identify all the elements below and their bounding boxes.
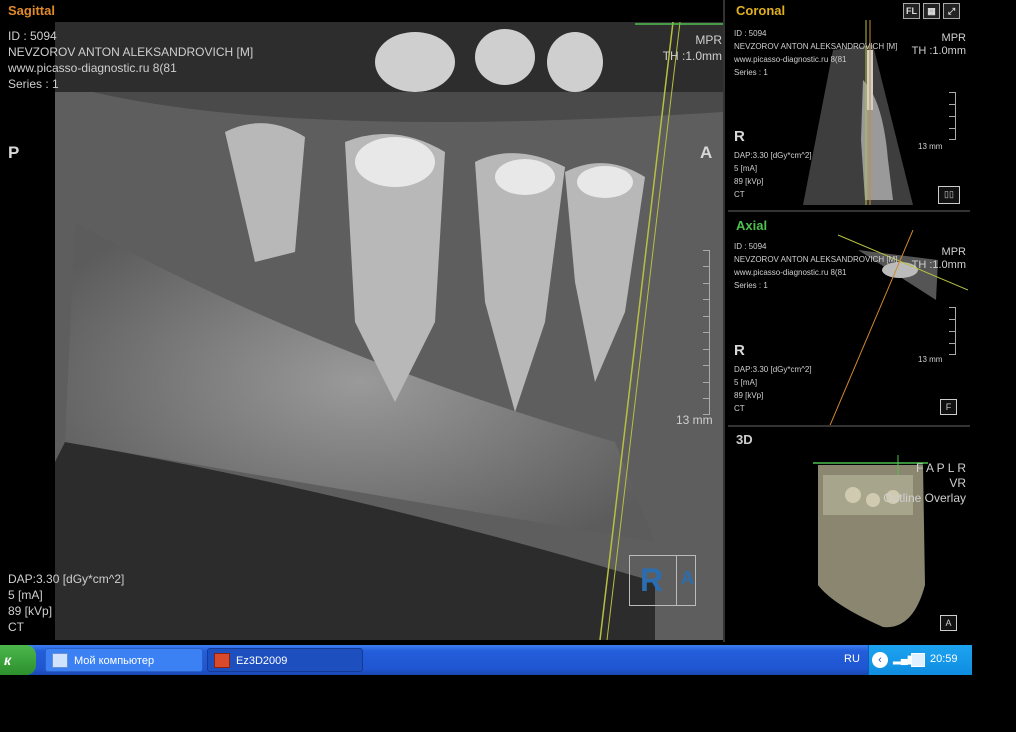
- series-number: Series : 1: [734, 68, 768, 77]
- clinic-site: www.picasso-diagnostic.ru 8(81: [8, 61, 177, 75]
- series-number: Series : 1: [8, 77, 59, 91]
- orient-anterior: A: [700, 143, 713, 162]
- cube-divider: [676, 556, 677, 605]
- coronal-patient-info: ID : 5094 NEVZOROV ANTON ALEKSANDROVICH …: [734, 27, 897, 79]
- modality-value: CT: [734, 190, 745, 199]
- sagittal-patient-info: ID : 5094 NEVZOROV ANTON ALEKSANDROVICH …: [8, 28, 253, 92]
- cube-letter-side: A: [681, 568, 694, 588]
- view-option-button[interactable]: A: [940, 615, 957, 631]
- taskbar-item-ez3d[interactable]: Ez3D2009: [207, 648, 363, 672]
- patient-name: NEVZOROV ANTON ALEKSANDROVICH [M]: [734, 42, 898, 51]
- 3d-view-labels: F A P L R VR Outline Overlay: [878, 461, 966, 506]
- mpr-label: MPR: [695, 33, 722, 47]
- modality-value: CT: [734, 404, 745, 413]
- kvp-value: 89 [kVp]: [734, 391, 764, 400]
- patient-id: ID : 5094: [734, 242, 767, 251]
- maximize-icon[interactable]: ⤢: [943, 3, 960, 19]
- tray-expand-icon[interactable]: ‹: [872, 652, 888, 668]
- ma-value: 5 [mA]: [8, 588, 43, 602]
- book-icon[interactable]: ▯▯: [938, 186, 960, 204]
- coronal-title: Coronal: [736, 3, 786, 18]
- clinic-site: www.picasso-diagnostic.ru 8(81: [734, 55, 847, 64]
- coronal-view[interactable]: Coronal FL ▦ ⤢ ID : 5094 NEVZOROV ANTON …: [728, 0, 970, 212]
- scale-label: 13 mm: [918, 355, 943, 364]
- axial-mpr-info: MPR TH :1.0mm: [908, 246, 966, 272]
- axial-dose-info: DAP:3.30 [dGy*cm^2] 5 [mA] 89 [kVp] CT: [734, 363, 812, 415]
- thickness-label: TH :1.0mm: [662, 49, 722, 63]
- ez3d-app-icon: [214, 653, 230, 668]
- thickness-label: TH :1.0mm: [911, 45, 966, 57]
- kvp-value: 89 [kVp]: [8, 604, 53, 618]
- signal-icon[interactable]: ▂▄▆: [893, 654, 915, 666]
- patient-id: ID : 5094: [734, 29, 767, 38]
- sagittal-scan-graphic: [55, 22, 723, 640]
- overlay-mode: Outline Overlay: [883, 491, 966, 505]
- ma-value: 5 [mA]: [734, 164, 758, 173]
- scale-ruler: [946, 92, 956, 140]
- scale-label: 13 mm: [918, 142, 943, 151]
- sagittal-mpr-info: MPR TH :1.0mm: [660, 32, 722, 64]
- coronal-dose-info: DAP:3.30 [dGy*cm^2] 5 [mA] 89 [kVp] CT: [734, 149, 812, 201]
- patient-name: NEVZOROV ANTON ALEKSANDROVICH [M]: [8, 45, 254, 59]
- 3d-title: 3D: [736, 432, 753, 447]
- scale-ruler: [946, 307, 956, 355]
- language-indicator[interactable]: RU: [844, 653, 860, 665]
- sagittal-scan-image[interactable]: [55, 22, 723, 640]
- sagittal-title: Sagittal: [8, 3, 55, 18]
- series-number: Series : 1: [734, 281, 768, 290]
- clinic-site: www.picasso-diagnostic.ru 8(81: [734, 268, 847, 277]
- axial-patient-info: ID : 5094 NEVZOROV ANTON ALEKSANDROVICH …: [734, 240, 897, 292]
- coronal-mpr-info: MPR TH :1.0mm: [908, 32, 966, 58]
- axial-title: Axial: [736, 218, 768, 233]
- mpr-label: MPR: [941, 246, 966, 258]
- ma-value: 5 [mA]: [734, 378, 758, 387]
- task-label: Мой компьютер: [74, 655, 155, 667]
- patient-id: ID : 5094: [8, 29, 57, 43]
- dap-value: DAP:3.30 [dGy*cm^2]: [734, 151, 812, 160]
- taskbar-item-my-computer[interactable]: Мой компьютер: [45, 648, 203, 672]
- windows-taskbar: к Мой компьютер Ez3D2009 RU ‹ ▂▄▆ 20:59: [0, 645, 972, 675]
- dap-value: DAP:3.30 [dGy*cm^2]: [734, 365, 812, 374]
- orientation-cube-icon[interactable]: R A: [629, 555, 696, 606]
- task-label: Ez3D2009: [236, 655, 288, 667]
- 3d-view[interactable]: 3D F A P L R VR Outline Overlay A: [728, 430, 970, 642]
- view-option-button[interactable]: F: [940, 399, 957, 415]
- cube-letter: R: [640, 562, 664, 598]
- mpr-label: MPR: [941, 32, 966, 44]
- sagittal-dose-info: DAP:3.30 [dGy*cm^2] 5 [mA] 89 [kVp] CT: [8, 571, 124, 635]
- scale-label: 13 mm: [676, 413, 713, 427]
- orient-right: R: [734, 128, 745, 145]
- flip-button[interactable]: FL: [903, 3, 920, 19]
- grid-layout-icon[interactable]: ▦: [923, 3, 940, 19]
- network-icon[interactable]: [911, 653, 925, 667]
- orient-posterior: P: [8, 143, 20, 162]
- thickness-label: TH :1.0mm: [911, 259, 966, 271]
- dap-value: DAP:3.30 [dGy*cm^2]: [8, 572, 125, 586]
- orient-right: R: [734, 342, 745, 359]
- start-button[interactable]: к: [0, 645, 36, 675]
- clock[interactable]: 20:59: [930, 653, 958, 665]
- modality-value: CT: [8, 620, 24, 634]
- scale-ruler: [700, 250, 710, 415]
- patient-name: NEVZOROV ANTON ALEKSANDROVICH [M]: [734, 255, 898, 264]
- my-computer-icon: [52, 653, 68, 668]
- axial-view[interactable]: Axial ID : 5094 NEVZOROV ANTON ALEKSANDR…: [728, 215, 970, 427]
- render-mode: VR: [949, 476, 966, 490]
- kvp-value: 89 [kVp]: [734, 177, 764, 186]
- orient-buttons[interactable]: F A P L R: [878, 461, 966, 476]
- sagittal-view[interactable]: Sagittal ID : 5094 NEVZOROV ANTON ALEKSA…: [0, 0, 725, 642]
